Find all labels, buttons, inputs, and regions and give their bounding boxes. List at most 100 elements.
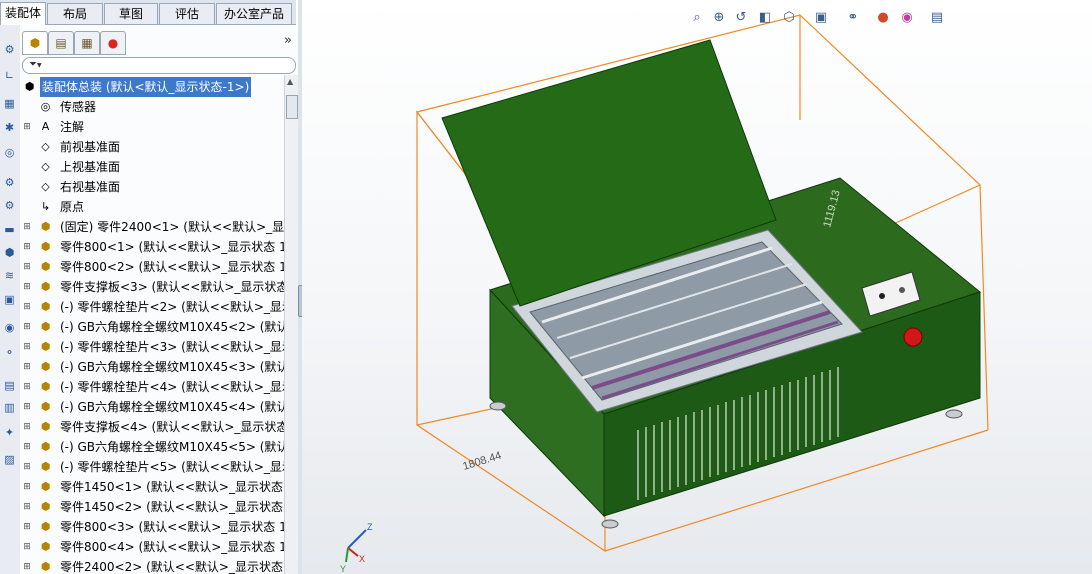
tree-item[interactable]: ⊞ ⬢ 零件800<4> (默认<<默认>_显示状态 1> xyxy=(20,537,284,557)
tab-sketch[interactable]: 草图 xyxy=(104,3,158,24)
tree-item-label: (-) GB六角螺栓全螺纹M10X45<3> (默认 xyxy=(60,360,284,374)
expand-icon[interactable]: ⊞ xyxy=(23,423,31,432)
tree-item[interactable]: ⊞ ⬢ (-) GB六角螺栓全螺纹M10X45<3> (默认 xyxy=(20,357,284,377)
chart-icon[interactable]: ▨ xyxy=(1,452,18,467)
tree-item[interactable]: ⊞ ⬢ (-) 零件螺栓垫片<3> (默认<<默认>_显示 xyxy=(20,337,284,357)
linear-pattern-icon[interactable]: ▦ xyxy=(1,96,18,111)
appearance-icon[interactable]: ● xyxy=(874,8,892,28)
expand-icon[interactable]: ⊞ xyxy=(23,123,31,132)
tree-scrollbar[interactable]: ▲ xyxy=(284,75,298,574)
expand-icon[interactable]: ⊞ xyxy=(23,523,31,532)
expand-icon[interactable]: ⊞ xyxy=(23,323,31,332)
tree-item[interactable]: ⊞ ⬢ (-) GB六角螺栓全螺纹M10X45<2> (默认 xyxy=(20,317,284,337)
sensor-icon: ◎ xyxy=(40,100,51,113)
explode-line-icon[interactable]: ◉ xyxy=(1,320,18,335)
expand-icon[interactable]: ⊞ xyxy=(23,463,31,472)
assembly-icon: ⬢ xyxy=(29,36,41,50)
configuration-manager-tab[interactable]: ▦ xyxy=(74,31,100,55)
expand-icon[interactable]: ⊞ xyxy=(23,563,31,572)
exploded-view-icon[interactable]: ▣ xyxy=(1,292,18,307)
expand-icon[interactable]: ⊞ xyxy=(23,303,31,312)
feature-manager-tab[interactable]: ⬢ xyxy=(22,31,48,55)
expand-icon[interactable]: ⊞ xyxy=(23,383,31,392)
section-view-icon[interactable]: ◧ xyxy=(756,8,774,28)
tree-item-label: 零件1450<2> (默认<<默认>_显示状态 1 xyxy=(60,500,284,514)
previous-view-icon[interactable]: ↺ xyxy=(732,8,750,28)
part-icon: ⬢ xyxy=(40,300,51,313)
view-orientation-icon[interactable]: ⬡ xyxy=(780,8,798,28)
tree-item[interactable]: ⊞ ⬢ 零件支撑板<4> (默认<<默认>_显示状态 xyxy=(20,417,284,437)
tree-item[interactable]: ⊞ ⬢ 零件800<3> (默认<<默认>_显示状态 1> xyxy=(20,517,284,537)
tree-item[interactable]: ◎ 传感器 xyxy=(20,97,284,117)
move-component-icon[interactable]: ◎ xyxy=(1,145,18,160)
tree-item[interactable]: ⊞ ⬢ 零件支撑板<3> (默认<<默认>_显示状态 xyxy=(20,277,284,297)
expand-icon[interactable]: ⊞ xyxy=(23,363,31,372)
tree-item[interactable]: ◇ 右视基准面 xyxy=(20,177,284,197)
part-icon: ⬢ xyxy=(40,460,51,473)
tab-office-products[interactable]: 办公室产品 xyxy=(216,3,292,24)
mate-icon[interactable]: ∟ xyxy=(1,68,18,83)
tree-item[interactable]: ⊞ ⬢ 零件800<2> (默认<<默认>_显示状态 1> xyxy=(20,257,284,277)
new-motion-study-icon[interactable]: ⬢ xyxy=(1,245,18,260)
expand-icon[interactable]: ⊞ xyxy=(23,263,31,272)
command-manager-strip: ⚙ ∟ ▦ ✱ ◎ ⚙ ⚙ ▬ ⬢ ≋ ▣ ◉ ⚬ ▤ ▥ ✦ ▨ xyxy=(0,0,21,574)
tree-item-label: (固定) 零件2400<1> (默认<<默认>_显示 xyxy=(60,220,284,234)
tree-item[interactable]: ⊞ A 注解 xyxy=(20,117,284,137)
part-icon: ⬢ xyxy=(40,480,51,493)
display-manager-tab[interactable]: ● xyxy=(100,31,126,55)
part-icon: ⬢ xyxy=(40,260,51,273)
sparkle-icon[interactable]: ✦ xyxy=(1,425,18,440)
smart-fasteners-icon[interactable]: ✱ xyxy=(1,120,18,135)
part-icon: ⬢ xyxy=(40,560,51,573)
tree-item[interactable]: ◇ 上视基准面 xyxy=(20,157,284,177)
expand-icon[interactable]: ⊞ xyxy=(23,223,31,232)
tree-item-label: (-) 零件螺栓垫片<5> (默认<<默认>_显示 xyxy=(60,460,284,474)
expand-icon[interactable]: ⊞ xyxy=(23,443,31,452)
assembly-features-icon[interactable]: ⚙ xyxy=(1,198,18,213)
tree-item[interactable]: ⊞ ⬢ (-) 零件螺栓垫片<2> (默认<<默认>_显示 xyxy=(20,297,284,317)
tree-item[interactable]: ⊞ ⬢ (-) 零件螺栓垫片<4> (默认<<默认>_显示 xyxy=(20,377,284,397)
show-hidden-icon[interactable]: ⚙ xyxy=(1,175,18,190)
tree-item[interactable]: ◇ 前视基准面 xyxy=(20,137,284,157)
insert-component-icon[interactable]: ⚙ xyxy=(1,42,18,57)
bill-of-materials-icon[interactable]: ≋ xyxy=(1,268,18,283)
zoom-fit-icon[interactable]: ⌕ xyxy=(688,8,706,28)
expand-icon[interactable]: ⊞ xyxy=(23,243,31,252)
expand-icon[interactable]: ⊞ xyxy=(23,403,31,412)
tree-item[interactable]: ⊞ ⬢ 零件2400<2> (默认<<默认>_显示状态 1 xyxy=(20,557,284,574)
property-manager-tab[interactable]: ▤ xyxy=(48,31,74,55)
scene-icon[interactable]: ◉ xyxy=(898,8,916,28)
tree-filter-input[interactable]: ⏷▼ xyxy=(22,57,296,74)
expand-icon[interactable]: ⊞ xyxy=(23,283,31,292)
tab-layout[interactable]: 布局 xyxy=(47,3,103,24)
expand-icon[interactable]: ⊞ xyxy=(23,483,31,492)
zoom-area-icon[interactable]: ⊕ xyxy=(710,8,728,28)
display-style-icon[interactable]: ▣ xyxy=(812,8,830,28)
print-icon[interactable]: ▥ xyxy=(1,400,18,415)
tab-evaluate[interactable]: 评估 xyxy=(159,3,215,24)
expand-icon[interactable]: ⊞ xyxy=(23,543,31,552)
tree-item[interactable]: ⊞ ⬢ 零件1450<2> (默认<<默认>_显示状态 1 xyxy=(20,497,284,517)
scrollbar-thumb[interactable] xyxy=(286,95,298,119)
instant3d-icon[interactable]: ▤ xyxy=(1,378,18,393)
tree-item[interactable]: ⊞ ⬢ (-) GB六角螺栓全螺纹M10X45<4> (默认 xyxy=(20,397,284,417)
tree-item[interactable]: ⊞ ⬢ 零件1450<1> (默认<<默认>_显示状态 1 xyxy=(20,477,284,497)
tree-item[interactable]: ↳ 原点 xyxy=(20,197,284,217)
tree-item[interactable]: ⊞ ⬢ (-) 零件螺栓垫片<5> (默认<<默认>_显示 xyxy=(20,457,284,477)
interference-icon[interactable]: ⚬ xyxy=(1,345,18,360)
hide-show-icon[interactable]: ⚭ xyxy=(844,8,862,28)
scroll-up-arrow-icon[interactable]: ▲ xyxy=(287,77,293,86)
expand-icon[interactable]: ⊞ xyxy=(23,343,31,352)
tree-root-assembly[interactable]: ⬢ 装配体总装 (默认<默认_显示状态-1>) xyxy=(20,77,284,97)
more-tabs-chevron-icon[interactable]: » xyxy=(284,33,292,48)
graphics-viewport[interactable]: 1808.44 1119.13 Z X Y ⌕ ⊕ ↺ ◧ ⬡ ▣ ⚭ ● ◉ … xyxy=(302,0,1092,574)
reference-geometry-icon[interactable]: ▬ xyxy=(1,222,18,237)
tree-item[interactable]: ⊞ ⬢ 零件800<1> (默认<<默认>_显示状态 1> xyxy=(20,237,284,257)
expand-icon[interactable]: ⊞ xyxy=(23,503,31,512)
view-settings-icon[interactable]: ▤ xyxy=(928,8,946,28)
tree-item[interactable]: ⊞ ⬢ (固定) 零件2400<1> (默认<<默认>_显示 xyxy=(20,217,284,237)
feature-manager-panel: ⬢ ▤ ▦ ● » ⏷▼ ⬢ 装配体总装 (默认<默认_显示状态-1>) ◎ 传感器 ⊞… xyxy=(20,25,299,574)
tab-assembly[interactable]: 装配体 xyxy=(0,2,46,25)
triad-x-label: X xyxy=(359,554,365,564)
tree-item[interactable]: ⊞ ⬢ (-) GB六角螺栓全螺纹M10X45<5> (默认 xyxy=(20,437,284,457)
